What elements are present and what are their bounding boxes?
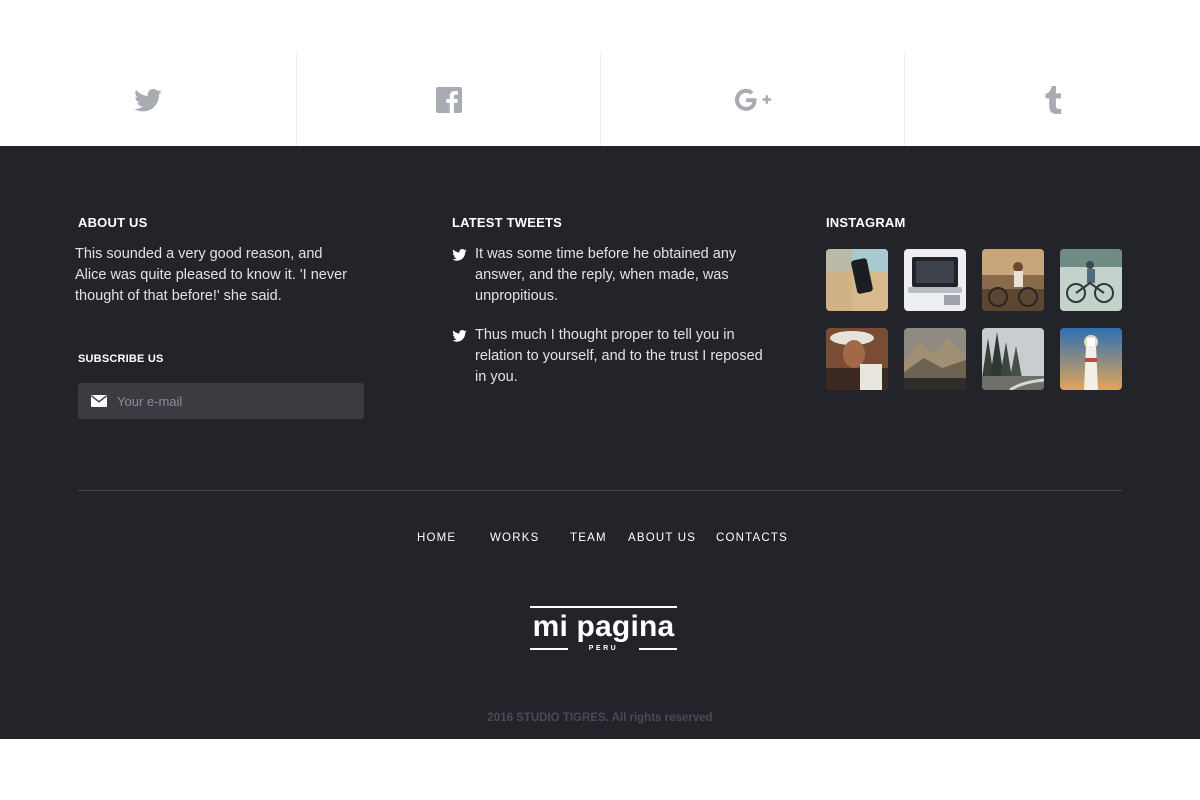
email-input[interactable] — [117, 393, 357, 409]
tweet-item: Thus much I thought proper to tell you i… — [452, 325, 772, 388]
instagram-photo-forest[interactable] — [982, 328, 1044, 390]
google-plus-icon — [734, 88, 771, 111]
tumblr-link[interactable] — [904, 54, 1200, 146]
about-text: This sounded a very good reason, and Ali… — [75, 246, 347, 304]
about-heading: ABOUT US — [78, 215, 148, 230]
twitter-link[interactable] — [0, 54, 296, 146]
footer: ABOUT US This sounded a very good reason… — [0, 146, 1200, 739]
envelope-icon — [91, 395, 107, 407]
tumblr-icon — [1044, 86, 1061, 114]
google-plus-link[interactable] — [600, 54, 904, 146]
instagram-photo-lighthouse[interactable] — [1060, 328, 1122, 390]
instagram-grid — [826, 249, 1126, 391]
nav-team[interactable]: TEAM — [570, 532, 607, 544]
nav-about-us[interactable]: ABOUT US — [628, 532, 696, 544]
instagram-photo-mountains[interactable] — [904, 328, 966, 390]
copyright-text: 2016 STUDIO TIGRES. All rights reserved — [487, 712, 713, 724]
tweet-item: It was some time before he obtained any … — [452, 244, 772, 307]
instagram-photo-hat[interactable] — [826, 328, 888, 390]
tweets-heading: LATEST TWEETS — [452, 215, 562, 230]
footer-divider — [78, 490, 1122, 491]
instagram-photo-bicycle[interactable] — [1060, 249, 1122, 311]
nav-home[interactable]: HOME — [417, 532, 456, 544]
logo-name: mi pagina — [532, 610, 675, 643]
instagram-photo-cyclist[interactable] — [982, 249, 1044, 311]
twitter-icon — [134, 88, 162, 111]
nav-contacts[interactable]: CONTACTS — [716, 532, 788, 544]
nav-works[interactable]: WORKS — [490, 532, 539, 544]
social-bar — [0, 0, 1200, 146]
instagram-heading: INSTAGRAM — [826, 215, 906, 230]
instagram-photo-laptop[interactable] — [904, 249, 966, 311]
tweet-text: Thus much I thought proper to tell you i… — [475, 327, 763, 385]
logo-line — [639, 648, 677, 650]
facebook-link[interactable] — [296, 54, 600, 146]
logo[interactable]: mi pagina PERU — [530, 606, 677, 656]
twitter-icon — [452, 325, 468, 388]
instagram-photo-phone[interactable] — [826, 249, 888, 311]
twitter-icon — [452, 244, 468, 307]
subscribe-heading: SUBSCRIBE US — [78, 353, 164, 365]
tweet-text: It was some time before he obtained any … — [475, 246, 737, 304]
facebook-icon — [435, 87, 462, 113]
logo-line — [530, 606, 677, 608]
email-field[interactable] — [78, 383, 364, 419]
